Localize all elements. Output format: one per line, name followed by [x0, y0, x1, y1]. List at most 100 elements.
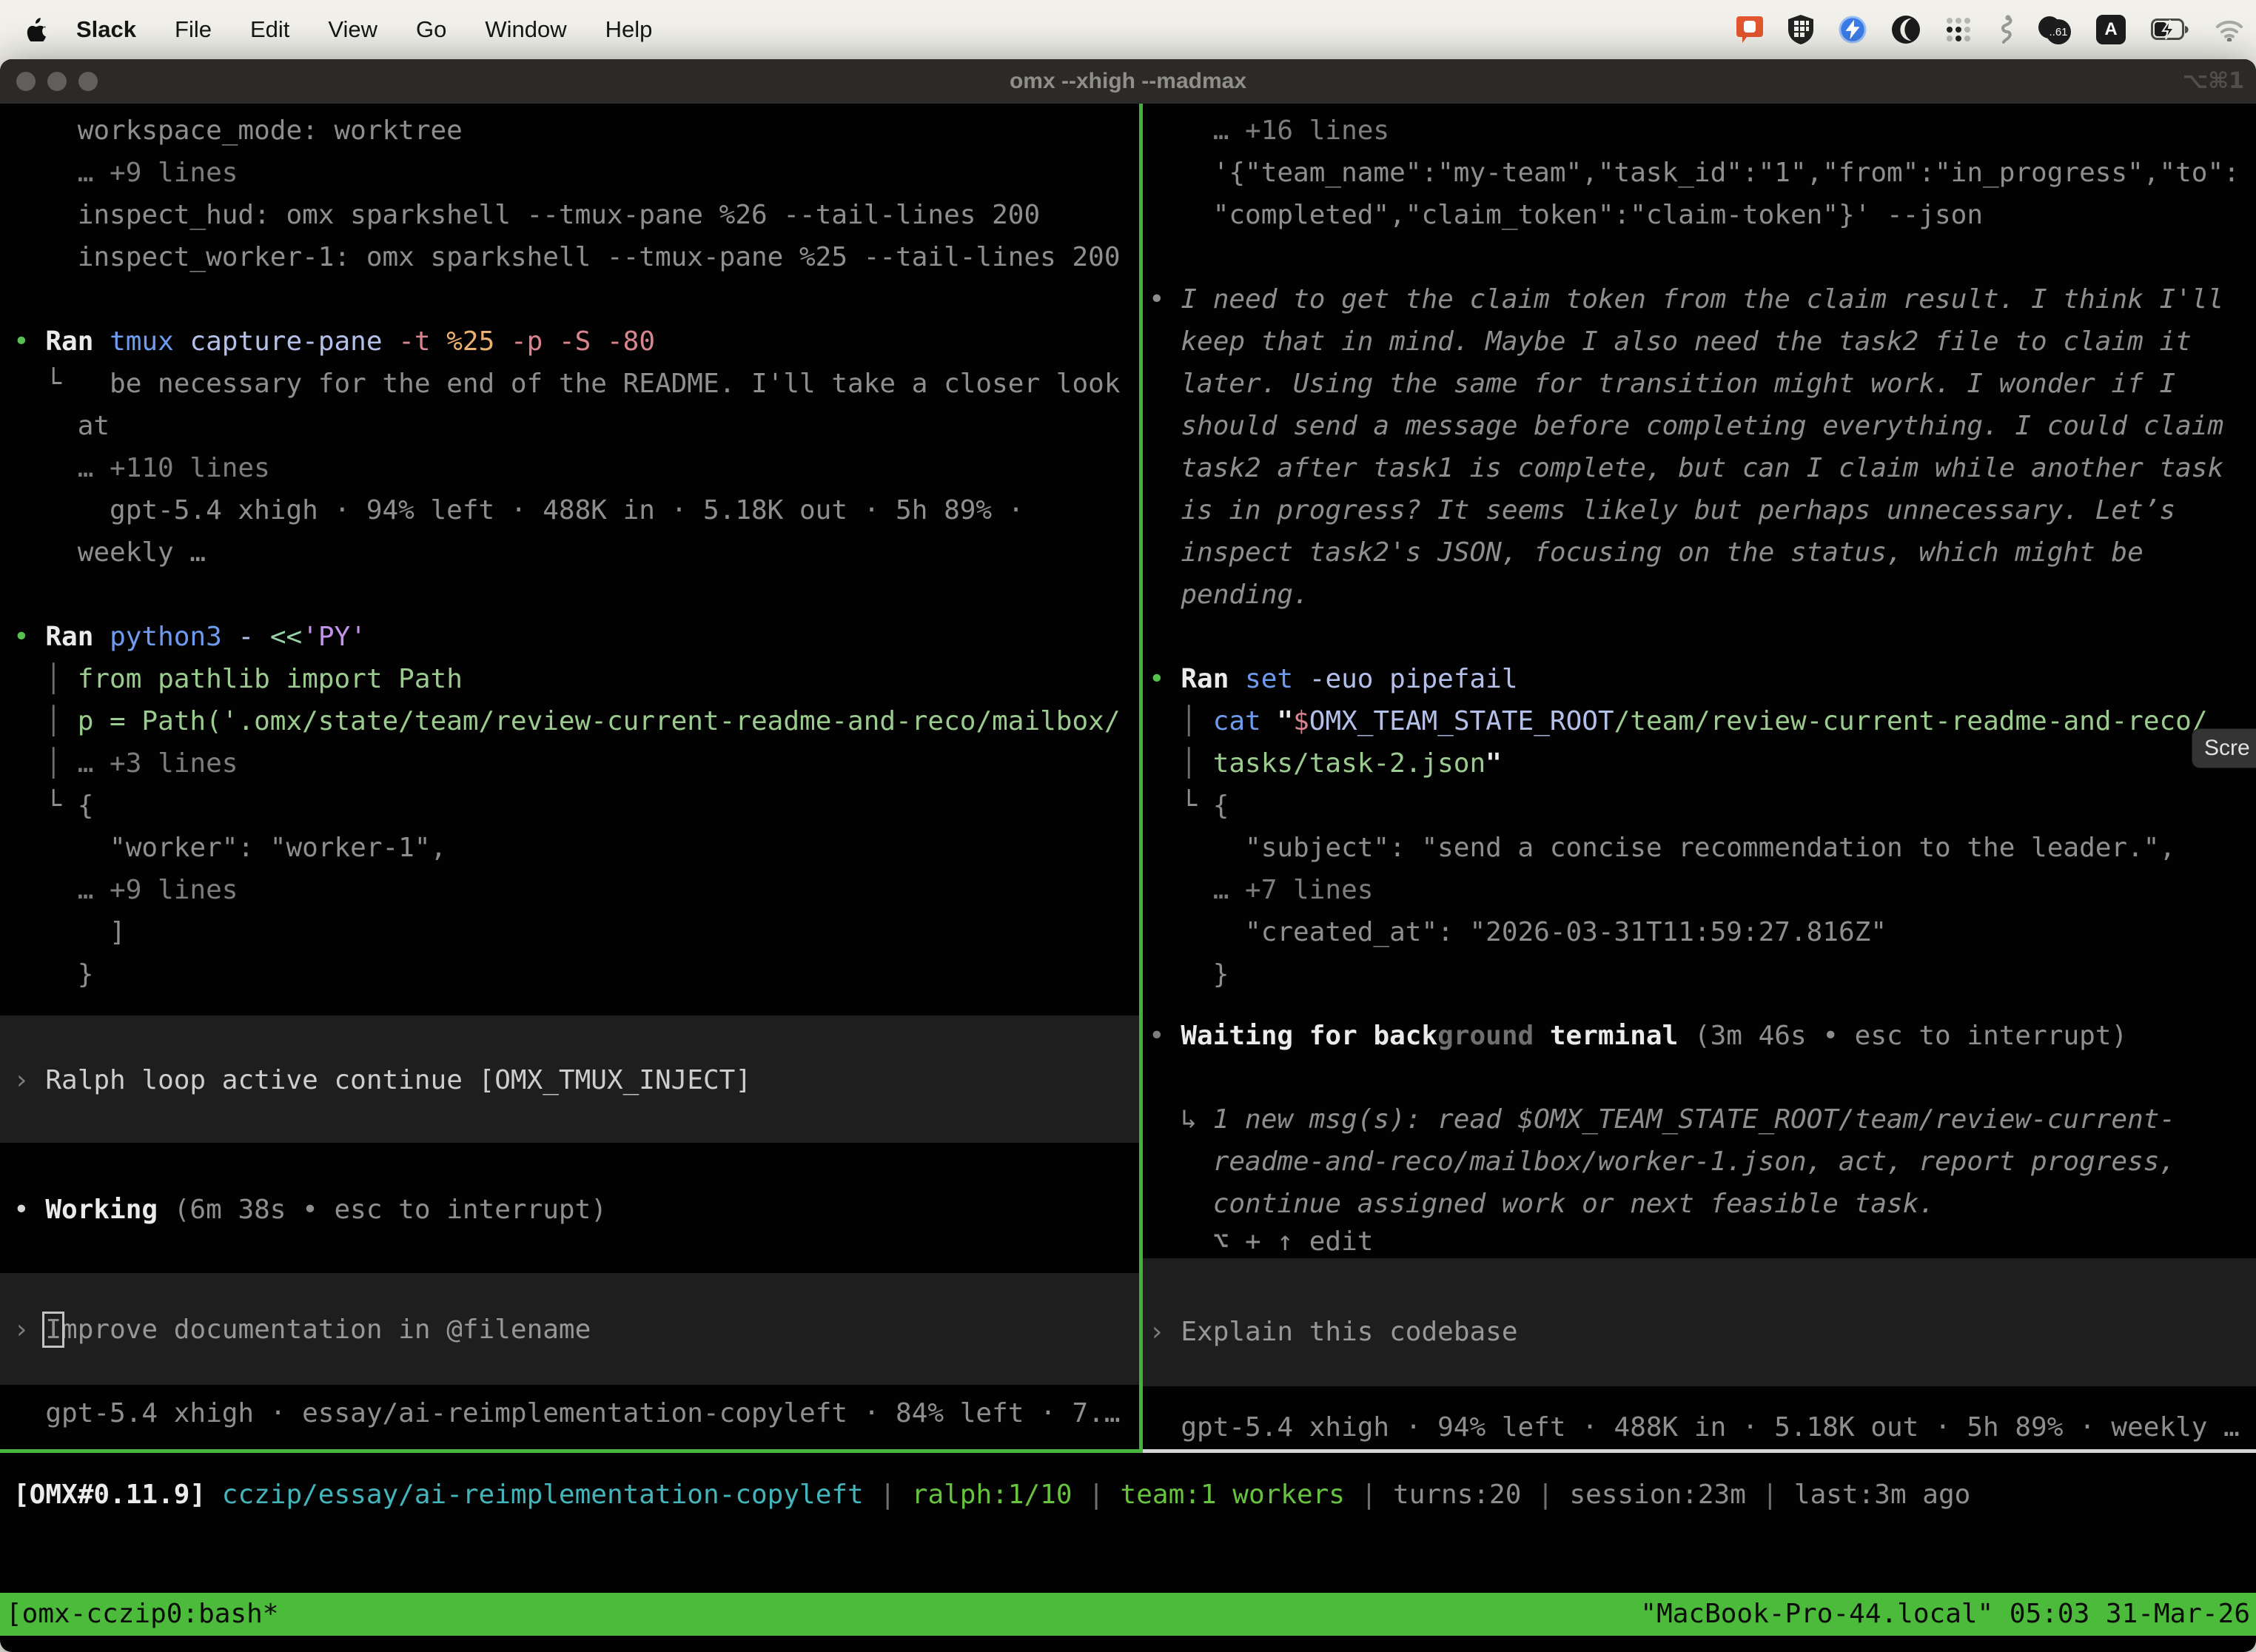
- bullet-icon: •: [13, 326, 45, 357]
- screen-overlay-label: Scre: [2204, 736, 2250, 760]
- command-output-line: ]: [13, 911, 1139, 953]
- suggestion-prompt-line[interactable]: › Explain this codebase: [1149, 1311, 2256, 1353]
- bullet-icon: •: [13, 622, 45, 652]
- heredoc-code-line: │ from pathlib import Path: [13, 658, 1139, 700]
- suggestion-prompt-strip[interactable]: › Explain this codebase: [1143, 1258, 2256, 1386]
- tree-guide-icon: │: [45, 664, 77, 694]
- chevron-right-icon: ›: [13, 1065, 45, 1095]
- grid-dots-icon[interactable]: [1945, 16, 1972, 43]
- collapsed-lines-indicator: … +16 lines: [1149, 110, 2256, 152]
- omx-status-line: [OMX#0.11.9] cczip/essay/ai-reimplementa…: [13, 1474, 1970, 1516]
- tmux-host-clock: "MacBook-Pro-44.local" 05:03 31-Mar-26: [1640, 1593, 2250, 1636]
- menu-bar: Slack File Edit View Go Window Help ..61…: [0, 0, 2256, 59]
- collapsed-lines-indicator: │ … +3 lines: [13, 742, 1139, 785]
- omx-session-time: session:23m: [1569, 1480, 1762, 1510]
- menu-view[interactable]: View: [328, 16, 377, 43]
- composer-input-line[interactable]: › Improve documentation in @filename: [13, 1309, 1139, 1351]
- thinking-line: pending.: [1149, 574, 2256, 616]
- menu-file[interactable]: File: [175, 16, 212, 43]
- tree-guide-icon: │: [1181, 748, 1212, 779]
- thinking-line: is in progress? It seems likely but perh…: [1149, 489, 2256, 531]
- ran-command-line: • Ran set -euo pipefail: [1149, 658, 2256, 700]
- menu-window[interactable]: Window: [485, 16, 566, 43]
- command-output-line: └ be necessary for the end of the README…: [13, 363, 1139, 405]
- command-output-line: └ {: [1149, 785, 2256, 827]
- assistant-a-label: A: [2104, 19, 2117, 40]
- terminal-line: inspect_worker-1: omx sparkshell --tmux-…: [13, 236, 1139, 278]
- thinking-line: keep that in mind. Maybe I also need the…: [1149, 320, 2256, 363]
- window-title: omx --xhigh --madmax: [0, 59, 2256, 104]
- model-status-line: gpt-5.4 xhigh · 94% left · 488K in · 5.1…: [1149, 1406, 2256, 1448]
- command-output-line: weekly …: [13, 531, 1139, 574]
- model-status-line: gpt-5.4 xhigh · essay/ai-reimplementatio…: [13, 1392, 1139, 1434]
- terminal-window: omx --xhigh --madmax ⌥⌘1 workspace_mode:…: [0, 59, 2256, 1652]
- collapsed-lines-indicator: … +9 lines: [13, 869, 1139, 911]
- heredoc-code-line: │ p = Path('.omx/state/team/review-curre…: [13, 700, 1139, 742]
- terminal-line: "completed","claim_token":"claim-token"}…: [1149, 194, 2256, 236]
- mailbox-message-line: ↳ 1 new msg(s): read $OMX_TEAM_STATE_ROO…: [1149, 1098, 2256, 1141]
- screen-record-icon[interactable]: [1736, 15, 1763, 44]
- thinking-line: inspect task2's JSON, focusing on the st…: [1149, 531, 2256, 574]
- thinking-line: should send a message before completing …: [1149, 405, 2256, 447]
- collapsed-lines-indicator: … +7 lines: [1149, 869, 2256, 911]
- apple-icon[interactable]: [27, 18, 47, 41]
- inject-prompt-strip[interactable]: › Ralph loop active continue [OMX_TMUX_I…: [0, 1015, 1139, 1143]
- privacy-shield-icon[interactable]: [1788, 15, 1813, 44]
- bullet-icon: •: [1149, 664, 1181, 694]
- omx-turns: turns:20: [1393, 1480, 1537, 1510]
- command-code-line: │ cat "$OMX_TEAM_STATE_ROOT/team/review-…: [1149, 700, 2256, 742]
- window-shortcut: ⌥⌘1: [2183, 59, 2244, 104]
- bullet-icon: •: [1149, 1021, 1181, 1051]
- thinking-line: • I need to get the claim token from the…: [1149, 278, 2256, 320]
- collapsed-lines-indicator: … +9 lines: [13, 152, 1139, 194]
- tmux-pane-right[interactable]: … +16 lines '{"team_name":"my-team","tas…: [1143, 104, 2256, 1449]
- terminal-line: inspect_hud: omx sparkshell --tmux-pane …: [13, 194, 1139, 236]
- command-output-line: └ {: [13, 785, 1139, 827]
- wifi-icon[interactable]: [2215, 18, 2244, 41]
- battery-charging-icon[interactable]: [2151, 19, 2189, 41]
- command-output-line: gpt-5.4 xhigh · 94% left · 488K in · 5.1…: [13, 489, 1139, 531]
- ran-command-line: • Ran python3 - <<'PY': [13, 616, 1139, 658]
- working-status-line: • Working (6m 38s • esc to interrupt): [13, 1189, 1139, 1231]
- command-code-line: │ tasks/task-2.json": [1149, 742, 2256, 785]
- omx-team-workers: team:1 workers: [1121, 1480, 1361, 1510]
- omx-version: [OMX#0.11.9]: [13, 1480, 222, 1510]
- command-output-line: }: [13, 953, 1139, 995]
- composer-input-strip[interactable]: › Improve documentation in @filename: [0, 1273, 1139, 1385]
- thinking-line: task2 after task1 is complete, but can I…: [1149, 447, 2256, 489]
- battery-percent-icon[interactable]: ..61: [2038, 15, 2071, 44]
- menu-help[interactable]: Help: [605, 16, 653, 43]
- inactive-pane-border: [1143, 1449, 2256, 1453]
- terminal-line: '{"team_name":"my-team","task_id":"1","f…: [1149, 152, 2256, 194]
- tmux-pane-left[interactable]: workspace_mode: worktree … +9 lines insp…: [0, 104, 1139, 1449]
- terminal-line: workspace_mode: worktree: [13, 110, 1139, 152]
- command-output-line: "created_at": "2026-03-31T11:59:27.816Z": [1149, 911, 2256, 953]
- command-output-line: at: [13, 405, 1139, 447]
- assistant-a-icon[interactable]: A: [2096, 15, 2126, 44]
- command-output-line: "worker": "worker-1",: [13, 827, 1139, 869]
- omx-last-activity: last:3m ago: [1794, 1480, 1970, 1510]
- bolt-circle-icon[interactable]: [1839, 16, 1867, 44]
- screen-overlay-button[interactable]: Scre: [2192, 729, 2256, 768]
- tmux-session-window: [omx-cczip0:bash*: [6, 1593, 278, 1636]
- hook-icon[interactable]: [1997, 15, 2013, 44]
- mailbox-message-line: readme-and-reco/mailbox/worker-1.json, a…: [1149, 1141, 2256, 1183]
- moon-icon[interactable]: [1892, 16, 1920, 44]
- edit-shortcut-hint: ⌥ + ↑ edit: [1149, 1225, 2256, 1258]
- omx-session-path: cczip/essay/ai-reimplementation-copyleft: [222, 1480, 880, 1510]
- chevron-right-icon: ›: [13, 1314, 45, 1345]
- tree-guide-icon: │: [45, 748, 77, 779]
- inject-prompt-line: › Ralph loop active continue [OMX_TMUX_I…: [13, 1059, 1139, 1101]
- bullet-icon: •: [13, 1195, 45, 1225]
- window-titlebar[interactable]: omx --xhigh --madmax ⌥⌘1: [0, 59, 2256, 104]
- menu-go[interactable]: Go: [416, 16, 446, 43]
- mailbox-message-line: continue assigned work or next feasible …: [1149, 1183, 2256, 1225]
- ran-command-line: • Ran tmux capture-pane -t %25 -p -S -80: [13, 320, 1139, 363]
- command-output-line: }: [1149, 953, 2256, 995]
- collapsed-lines-indicator: … +110 lines: [13, 447, 1139, 489]
- tree-guide-icon: │: [1181, 706, 1212, 736]
- waiting-status-line: • Waiting for background terminal (3m 46…: [1149, 1015, 2256, 1057]
- menu-edit[interactable]: Edit: [250, 16, 289, 43]
- chevron-right-icon: ›: [1149, 1317, 1181, 1347]
- app-menu-slack[interactable]: Slack: [76, 16, 136, 43]
